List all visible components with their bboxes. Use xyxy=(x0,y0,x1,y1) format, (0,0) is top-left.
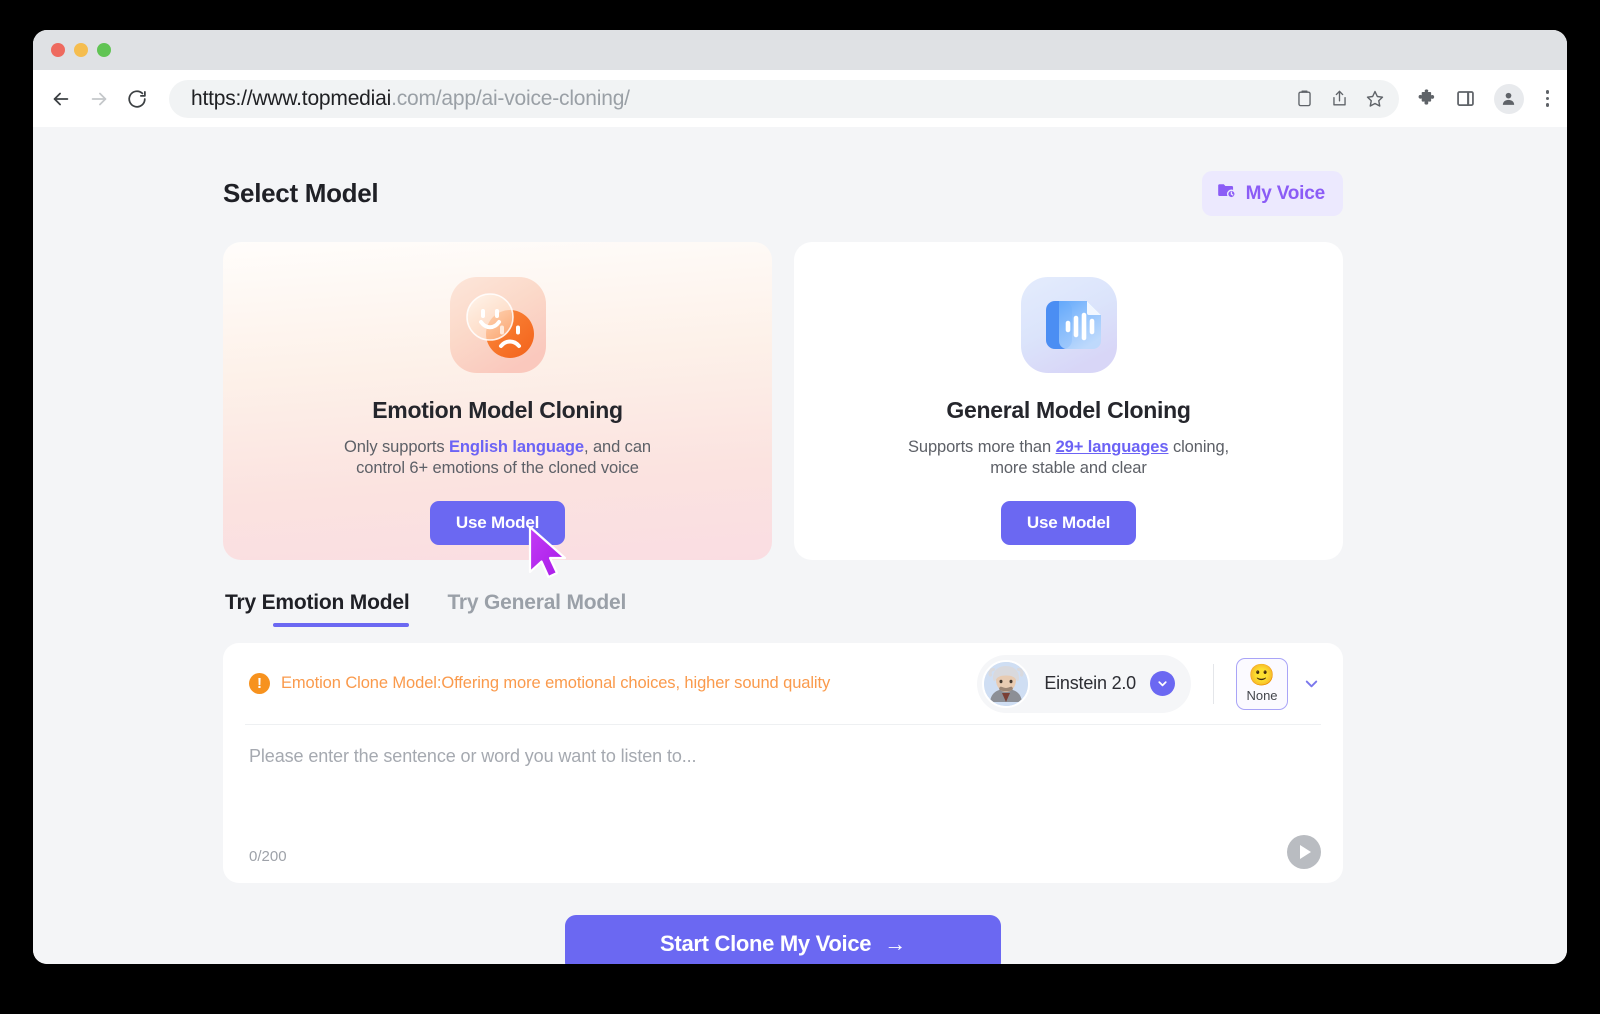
arrow-right-icon: → xyxy=(884,931,906,956)
browser-toolbar: https://www.topmediai.com/app/ai-voice-c… xyxy=(33,70,1567,127)
warning-exclamation-icon: ! xyxy=(249,673,270,694)
model-card-emotion[interactable]: Emotion Model Cloning Only supports Engl… xyxy=(223,242,772,579)
voice-selector[interactable]: Einstein 2.0 xyxy=(977,654,1191,713)
tab-lead-label: Try xyxy=(225,591,256,614)
url-path: .com/app/ai-voice-cloning/ xyxy=(391,86,630,110)
url-text: https://www.topmediai.com/app/ai-voice-c… xyxy=(191,87,630,111)
desc-pre: Supports more than xyxy=(907,438,1056,456)
window-minimize-button[interactable] xyxy=(74,43,88,57)
toolbar-right-actions xyxy=(1409,83,1554,114)
page-title: Select Model xyxy=(223,178,379,208)
model-card-general[interactable]: General Model Cloning Supports more than… xyxy=(794,242,1343,560)
clipboard-icon[interactable] xyxy=(1295,89,1314,108)
emotion-chevron-down-icon[interactable] xyxy=(1302,674,1321,693)
model-notice: ! Emotion Clone Model:Offering more emot… xyxy=(245,673,830,694)
profile-avatar-icon[interactable] xyxy=(1493,83,1524,114)
text-editor-panel: ! Emotion Clone Model:Offering more emot… xyxy=(223,643,1343,883)
model-card-list: Emotion Model Cloning Only supports Engl… xyxy=(223,242,1343,579)
address-bar[interactable]: https://www.topmediai.com/app/ai-voice-c… xyxy=(169,79,1399,118)
emotion-faces-icon xyxy=(448,275,548,375)
back-button[interactable] xyxy=(43,81,79,117)
extensions-puzzle-icon[interactable] xyxy=(1415,88,1437,110)
tab-try-emotion-model[interactable]: Try Emotion Model xyxy=(225,591,410,627)
cta-row: Start Clone My Voice → xyxy=(223,915,1343,964)
tab-try-general-model[interactable]: Try General Model xyxy=(447,591,626,627)
use-model-button-general[interactable]: Use Model xyxy=(1000,501,1137,545)
forward-button[interactable] xyxy=(81,81,117,117)
use-model-button-emotion[interactable]: Use Model xyxy=(429,501,566,545)
text-input-placeholder[interactable]: Please enter the sentence or word you wa… xyxy=(249,746,697,767)
emotion-selector-chip[interactable]: 🙂 None xyxy=(1236,657,1288,710)
bookmark-star-icon[interactable] xyxy=(1365,89,1385,109)
controls-divider xyxy=(1213,663,1214,704)
reload-button[interactable] xyxy=(119,81,155,117)
model-desc-emotion: Only supports English language, and can … xyxy=(344,437,651,479)
folder-clock-icon xyxy=(1216,180,1237,207)
audio-document-icon xyxy=(1019,275,1119,375)
play-preview-button[interactable] xyxy=(1287,835,1321,869)
page-viewport: Select Model My Voice Emotion Model Clon… xyxy=(33,127,1567,964)
reload-icon xyxy=(126,88,148,110)
einstein-avatar xyxy=(982,659,1031,708)
page-content: Select Model My Voice Emotion Model Clon… xyxy=(223,127,1343,964)
desc-post: cloning, xyxy=(1168,438,1230,456)
tab-active-label: Emotion Model xyxy=(261,591,410,614)
my-voice-button[interactable]: My Voice xyxy=(1201,171,1343,216)
window-maximize-button[interactable] xyxy=(97,43,111,57)
languages-link[interactable]: 29+ languages xyxy=(1056,438,1169,456)
desc-pre: Only supports xyxy=(344,438,449,456)
page-header: Select Model My Voice xyxy=(223,127,1343,216)
play-icon xyxy=(1300,845,1311,859)
english-language-link[interactable]: English language xyxy=(449,438,584,456)
omnibox-actions xyxy=(1295,80,1385,118)
url-domain: https://www.topmediai xyxy=(191,86,392,110)
model-title-emotion: Emotion Model Cloning xyxy=(372,397,623,423)
window-titlebar xyxy=(33,30,1567,70)
model-desc-general: Supports more than 29+ languages cloning… xyxy=(908,437,1229,479)
share-icon[interactable] xyxy=(1330,89,1349,108)
character-counter: 0/200 xyxy=(249,848,287,865)
notice-text: Emotion Clone Model:Offering more emotio… xyxy=(281,674,831,692)
browser-window: https://www.topmediai.com/app/ai-voice-c… xyxy=(33,30,1567,964)
model-tabs: Try Emotion Model Try General Model xyxy=(223,591,1343,627)
cta-label: Start Clone My Voice xyxy=(660,931,872,956)
editor-toolbar: ! Emotion Clone Model:Offering more emot… xyxy=(245,643,1321,725)
tab-active-underline xyxy=(273,623,410,627)
desc-post: , and can xyxy=(584,438,651,456)
voice-controls: Einstein 2.0 🙂 None xyxy=(977,654,1321,713)
voice-name-label: Einstein 2.0 xyxy=(1044,673,1136,693)
back-arrow-icon xyxy=(50,88,72,110)
side-panel-icon[interactable] xyxy=(1455,88,1476,109)
emotion-label: None xyxy=(1246,687,1278,703)
my-voice-label: My Voice xyxy=(1245,182,1326,204)
model-title-general: General Model Cloning xyxy=(946,397,1191,423)
window-close-button[interactable] xyxy=(51,43,65,57)
forward-arrow-icon xyxy=(88,88,110,110)
desc-line2: control 6+ emotions of the cloned voice xyxy=(356,459,639,477)
emotion-emoji-icon: 🙂 xyxy=(1248,663,1276,687)
desc-line2: more stable and clear xyxy=(990,459,1147,477)
more-menu-icon[interactable] xyxy=(1542,90,1554,107)
chevron-down-icon[interactable] xyxy=(1150,671,1175,696)
start-clone-my-voice-button[interactable]: Start Clone My Voice → xyxy=(565,915,1001,964)
